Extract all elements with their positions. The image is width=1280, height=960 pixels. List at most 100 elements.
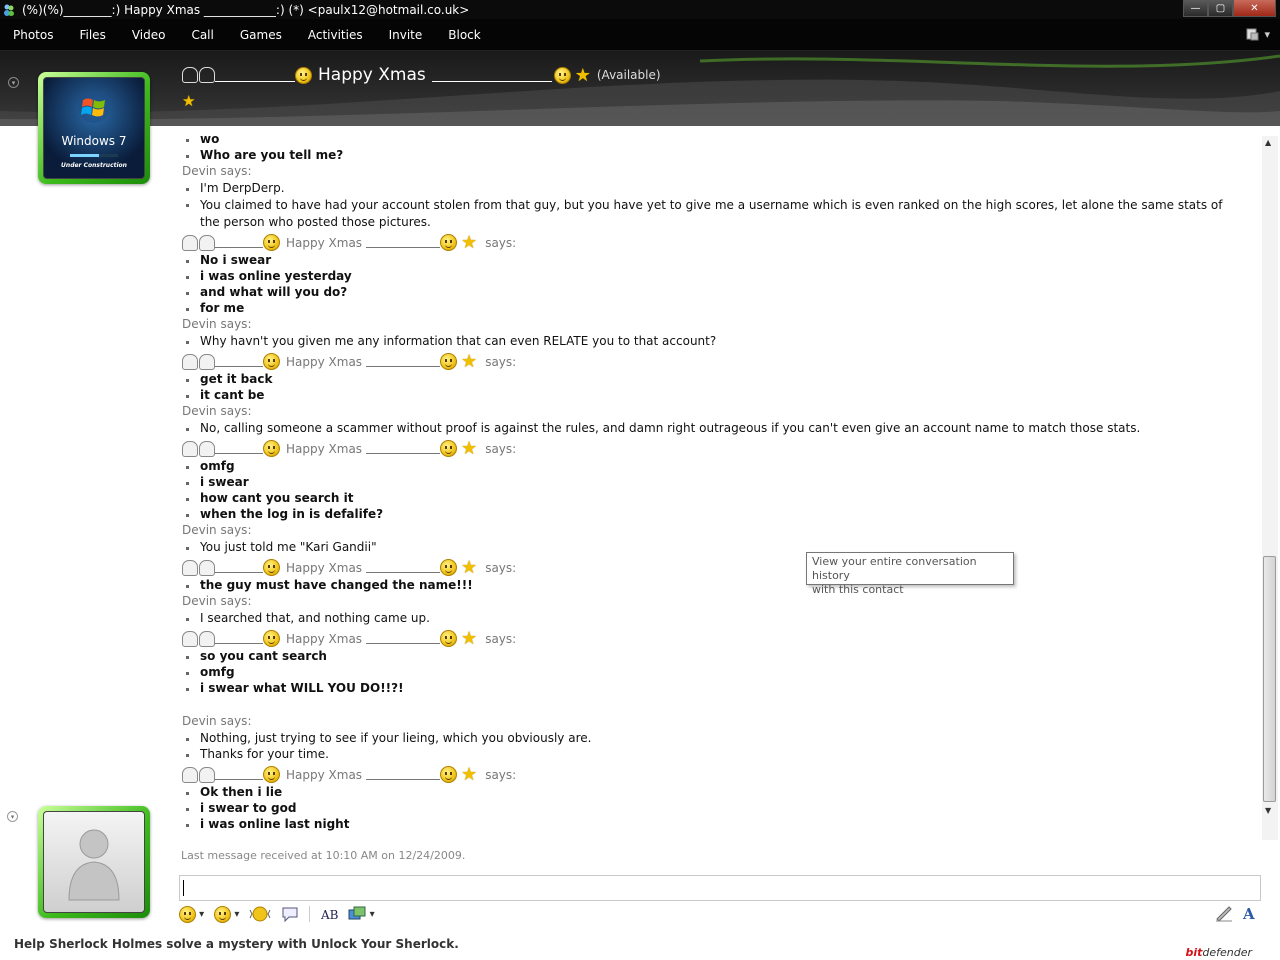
sender-me-says: Happy Xmas ★ says: [182, 557, 516, 578]
title-bar: (%)(%)________:) Happy Xmas ____________… [0, 0, 1280, 19]
bell-icon [182, 559, 215, 576]
menu-block[interactable]: Block [435, 28, 493, 42]
sender-me-says: Happy Xmas ★ says: [182, 353, 517, 371]
close-button[interactable]: ✕ [1233, 0, 1276, 17]
chat-message: i swear to god [182, 801, 296, 815]
star-icon: ★ [461, 557, 478, 578]
background-button[interactable]: ▾ [348, 906, 375, 922]
says-label: says: [485, 631, 517, 646]
nudge-button[interactable] [249, 906, 271, 922]
smile-icon [263, 234, 280, 251]
my-avatar[interactable] [38, 806, 150, 918]
conversation-scrollbar[interactable]: ▲ ▼ [1262, 136, 1278, 840]
handwriting-icon[interactable] [1215, 904, 1233, 922]
nudge-icon [249, 906, 271, 922]
menu-invite[interactable]: Invite [376, 28, 436, 42]
smile-icon [179, 905, 196, 923]
smile-icon [553, 66, 571, 84]
says-label: says: [485, 354, 517, 369]
sender-devin-says: Devin says: [182, 714, 252, 728]
my-display-name: Happy Xmas [286, 354, 363, 369]
messenger-icon [2, 2, 18, 18]
says-label: says: [485, 767, 517, 782]
banner-decoration [0, 54, 1280, 126]
wink-button[interactable]: ▾ [214, 905, 239, 923]
smile-icon [263, 559, 280, 576]
star-icon: ★ [461, 764, 478, 785]
chat-message: omfg [182, 459, 235, 473]
maximize-button[interactable]: ▢ [1208, 0, 1233, 17]
underline-decoration [215, 634, 263, 644]
message-input[interactable] [179, 875, 1261, 901]
contact-name: Happy Xmas [318, 65, 426, 85]
underline-decoration [366, 634, 441, 644]
chat-message: it cant be [182, 388, 264, 402]
star-icon: ★ [461, 438, 478, 459]
chat-message: wo [182, 132, 219, 146]
sender-me-says: Happy Xmas ★ says: [182, 628, 517, 649]
underline-decoration [215, 357, 263, 367]
menu-call[interactable]: Call [178, 28, 226, 42]
menu-bar: Photos Files Video Call Games Activities… [0, 19, 1280, 51]
underline-decoration [366, 238, 441, 248]
svg-text:A: A [1242, 905, 1255, 922]
underline-decoration [366, 563, 441, 573]
smile-icon [263, 440, 280, 457]
chat-message: i swear what WILL YOU DO!!?! [182, 681, 404, 695]
collapse-header-button[interactable]: ▾ [8, 77, 19, 88]
chat-message: i swear [182, 475, 249, 489]
smile-icon [263, 766, 280, 783]
smile-icon [440, 440, 458, 457]
toolbar-divider [309, 906, 311, 922]
scroll-down-arrow[interactable]: ▼ [1265, 806, 1271, 815]
bell-icon [182, 766, 215, 783]
contact-header: ▾ Happy Xmas ★ (Available) ★ [0, 51, 1280, 126]
minimize-button[interactable]: — [1183, 0, 1208, 17]
smile-icon [440, 353, 458, 370]
font-button[interactable]: AB [320, 906, 338, 922]
ad-link[interactable]: Help Sherlock Holmes solve a mystery wit… [14, 937, 459, 951]
smile-icon [440, 630, 458, 647]
sender-me-says: Happy Xmas ★ says: [182, 764, 517, 785]
chat-message: omfg [182, 665, 235, 679]
emoticon-button[interactable]: ▾ [179, 905, 204, 923]
font-icon: AB [320, 908, 338, 922]
says-label: says: [485, 441, 517, 456]
chat-message: so you cant search [182, 649, 327, 663]
chat-message: Thanks for your time. [182, 747, 329, 761]
star-icon: ★ [182, 92, 196, 110]
contact-status: (Available) [596, 68, 661, 82]
smile-icon [440, 766, 458, 783]
smile-icon [440, 234, 458, 251]
menu-games[interactable]: Games [227, 28, 295, 42]
conversation-history[interactable]: wo Who are you tell me? Devin says: I'm Der… [176, 128, 1262, 842]
chat-message: the guy must have changed the name!!! [182, 578, 473, 592]
smile-icon [440, 559, 458, 576]
bell-icon [182, 353, 215, 370]
collapse-my-avatar-button[interactable]: ▾ [7, 811, 18, 822]
star-icon: ★ [461, 628, 478, 649]
speech-icon [282, 907, 298, 922]
options-menu-button[interactable]: ▾ [1246, 27, 1270, 41]
history-tooltip: View your entire conversation history wi… [806, 552, 1014, 596]
chat-message: I searched that, and nothing came up. [182, 611, 430, 625]
chevron-down-icon: ▾ [1264, 27, 1270, 41]
sender-me-says: Happy Xmas ★ says: [182, 438, 517, 459]
menu-activities[interactable]: Activities [295, 28, 376, 42]
menu-photos[interactable]: Photos [0, 28, 66, 42]
contact-avatar[interactable]: Windows 7 Under Construction [38, 72, 150, 184]
my-display-name: Happy Xmas [286, 441, 363, 456]
star-icon: ★ [574, 64, 591, 86]
menu-video[interactable]: Video [119, 28, 179, 42]
text-format-icon[interactable]: A [1241, 904, 1257, 922]
menu-files[interactable]: Files [66, 28, 118, 42]
scroll-thumb[interactable] [1263, 556, 1276, 802]
bell-icon [182, 234, 215, 251]
avatar-label: Windows 7 [61, 134, 127, 148]
underline-decoration [215, 563, 263, 573]
my-display-name: Happy Xmas [286, 767, 363, 782]
star-icon: ★ [461, 232, 478, 253]
chat-message: for me [182, 301, 244, 315]
voice-clip-button[interactable] [281, 906, 299, 922]
scroll-up-arrow[interactable]: ▲ [1265, 138, 1271, 147]
